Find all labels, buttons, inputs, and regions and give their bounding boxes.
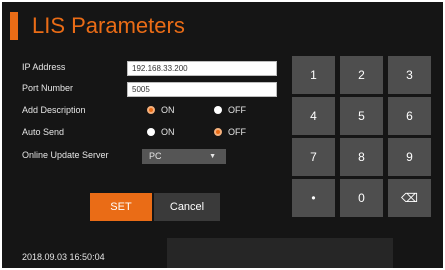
key-7[interactable]: 7 <box>292 138 335 176</box>
add-description-off-radio[interactable]: OFF <box>214 103 246 117</box>
backspace-icon[interactable]: ⌫ <box>388 179 431 217</box>
title-bar: LIS Parameters <box>2 2 443 42</box>
key-9[interactable]: 9 <box>388 138 431 176</box>
auto-send-on-radio[interactable]: ON <box>147 125 175 139</box>
radio-label: OFF <box>228 127 246 137</box>
key-4[interactable]: 4 <box>292 97 335 135</box>
ip-address-label: IP Address <box>22 62 66 72</box>
add-description-label: Add Description <box>22 105 86 115</box>
port-number-label: Port Number <box>22 83 74 93</box>
lis-parameters-screen: LIS Parameters IP Address 192.168.33.200… <box>2 2 443 268</box>
key-1[interactable]: 1 <box>292 56 335 94</box>
key-6[interactable]: 6 <box>388 97 431 135</box>
select-value: PC <box>149 151 162 161</box>
title-accent-bar <box>10 12 18 40</box>
radio-selected-icon <box>147 106 155 114</box>
key-0[interactable]: 0 <box>340 179 383 217</box>
key-decimal-point[interactable]: • <box>292 179 335 217</box>
page-title: LIS Parameters <box>32 13 185 38</box>
numeric-keypad: 1 2 3 4 5 6 7 8 9 • 0 ⌫ <box>292 56 442 217</box>
add-description-on-radio[interactable]: ON <box>147 103 175 117</box>
ip-address-input[interactable]: 192.168.33.200 <box>127 61 277 76</box>
key-3[interactable]: 3 <box>388 56 431 94</box>
status-datetime: 2018.09.03 16:50:04 <box>22 252 105 262</box>
radio-label: ON <box>161 105 175 115</box>
key-2[interactable]: 2 <box>340 56 383 94</box>
radio-label: ON <box>161 127 175 137</box>
radio-unselected-icon <box>147 128 155 136</box>
radio-label: OFF <box>228 105 246 115</box>
cancel-button[interactable]: Cancel <box>154 193 220 221</box>
radio-selected-icon <box>214 128 222 136</box>
status-message-panel <box>167 238 393 268</box>
online-update-server-select[interactable]: PC ▼ <box>142 149 226 164</box>
auto-send-label: Auto Send <box>22 127 65 137</box>
caret-down-icon: ▼ <box>209 153 216 160</box>
set-button[interactable]: SET <box>90 193 152 221</box>
port-number-input[interactable]: 5005 <box>127 82 277 97</box>
parameters-form: IP Address 192.168.33.200 Port Number 50… <box>2 52 292 172</box>
key-8[interactable]: 8 <box>340 138 383 176</box>
auto-send-off-radio[interactable]: OFF <box>214 125 246 139</box>
radio-unselected-icon <box>214 106 222 114</box>
key-5[interactable]: 5 <box>340 97 383 135</box>
online-update-server-label: Online Update Server <box>22 150 109 160</box>
